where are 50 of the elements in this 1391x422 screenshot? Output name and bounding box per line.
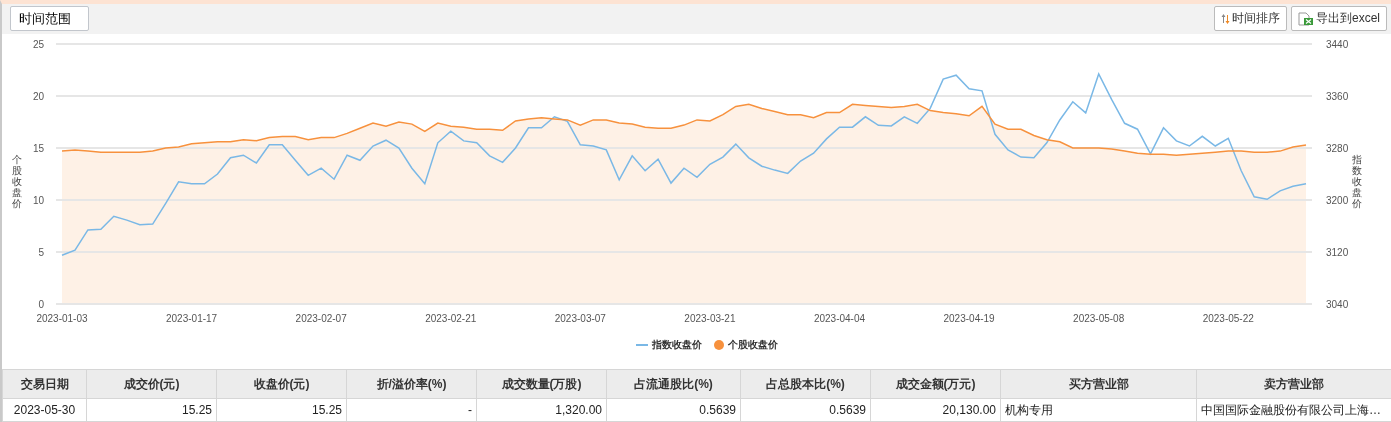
axis-tick-label: 20 [32,90,44,102]
column-header: 成交价(元) [86,369,217,399]
column-header: 交易日期 [2,369,87,399]
axis-tick-label: 2023-01-03 [36,312,88,324]
column-header: 卖方营业部 [1196,369,1391,399]
table-cell: 0.5639 [740,398,871,422]
axis-tick-label: 25 [32,38,44,50]
axis-tick-label: 2023-03-07 [554,312,606,324]
table-cell: 15.25 [86,398,217,422]
table-cell: - [346,398,477,422]
table-cell: 2023-05-30 [2,398,87,422]
column-header: 成交数量(万股) [476,369,607,399]
table-cell: 1,320.00 [476,398,607,422]
axis-tick-label: 3120 [1325,246,1349,258]
table-cell: 15.25 [216,398,347,422]
axis-title: 个股收盘价 [11,154,22,210]
column-header: 占总股本比(%) [740,369,871,399]
axis-tick-label: 3200 [1325,194,1349,206]
axis-tick-label: 2023-05-22 [1202,312,1254,324]
column-header: 成交金额(万元) [870,369,1001,399]
spreadsheet-icon [1298,11,1314,26]
table-cell: 0.5639 [606,398,741,422]
axis-tick-label: 2023-02-07 [295,312,347,324]
axis-tick-label: 2023-03-21 [684,312,736,324]
axis-title: 指数收盘价 [1352,154,1363,210]
axis-tick-label: 2023-02-21 [425,312,477,324]
axis-tick-label: 2023-01-17 [165,312,218,324]
axis-tick-label: 3360 [1325,90,1349,102]
axis-tick-label: 0 [38,298,44,310]
axis-tick-label: 5 [38,246,44,258]
table-cell: 机构专用 [1000,398,1197,422]
table-cell: 20,130.00 [870,398,1001,422]
legend-label: 个股收盘价 [727,338,778,353]
legend-label: 指数收盘价 [651,338,702,353]
sort-button[interactable]: 时间排序 [1214,6,1287,32]
axis-tick-label: 2023-04-04 [813,312,866,324]
axis-tick-label: 10 [32,194,44,206]
export-button[interactable]: 导出到excel [1291,6,1387,32]
axis-tick-label: 15 [32,142,44,154]
sort-icon [1221,12,1230,25]
axis-tick-label: 3280 [1325,142,1349,154]
time-range-button[interactable]: 时间范围 [10,6,89,32]
axis-tick-label: 3040 [1325,298,1349,310]
column-header: 折/溢价率(%) [346,369,477,399]
column-header: 买方营业部 [1000,369,1197,399]
axis-tick-label: 3440 [1325,38,1349,50]
column-header: 占流通股比(%) [606,369,741,399]
axis-tick-label: 2023-04-19 [943,312,995,324]
column-header: 收盘价(元) [216,369,347,399]
axis-tick-label: 2023-05-08 [1073,312,1125,324]
